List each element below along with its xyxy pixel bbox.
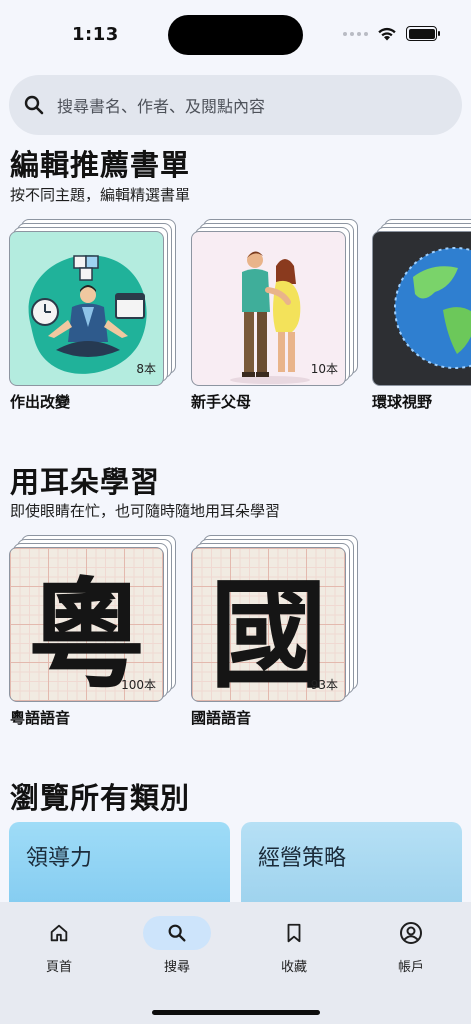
nav-label: 收藏 — [280, 960, 307, 975]
audio-list-card[interactable]: 粵 100本 — [9, 535, 177, 703]
category-card-leadership[interactable]: 領導力 — [9, 822, 230, 902]
section-subtitle-editor-picks: 按不同主題，編輯精選書單 — [10, 186, 191, 204]
book-cover-new-parents: 10本 — [191, 231, 346, 386]
search-bar[interactable]: 搜尋書名、作者、及閱點內容 — [9, 75, 462, 135]
book-count: 10本 — [310, 362, 338, 376]
nav-item-account[interactable]: 帳戶 — [371, 916, 451, 975]
nav-item-bookmarks[interactable]: 收藏 — [254, 916, 334, 975]
category-card-strategy[interactable]: 經營策略 — [241, 822, 462, 902]
nav-label: 頁首 — [45, 960, 72, 975]
book-count: 8本 — [136, 362, 156, 376]
book-count: 100本 — [121, 678, 156, 692]
book-list-card[interactable]: 10本 — [191, 219, 359, 387]
book-count: 93本 — [310, 678, 338, 692]
audio-list-label: 粵語語音 — [10, 709, 71, 727]
book-list-card[interactable]: 8本 — [9, 219, 177, 387]
bookmark-icon — [287, 923, 301, 943]
search-icon — [168, 924, 186, 942]
nav-label: 搜尋 — [163, 960, 190, 975]
section-title-categories: 瀏覽所有類別 — [10, 781, 191, 815]
wifi-icon — [378, 27, 396, 41]
category-label: 經營策略 — [258, 846, 347, 871]
status-icons — [343, 26, 440, 41]
book-cover-global-view — [372, 231, 471, 386]
section-subtitle-audio: 即使眼睛在忙，也可隨時隨地用耳朵學習 — [10, 502, 281, 520]
search-icon — [24, 95, 44, 115]
audio-list-card[interactable]: 國 93本 — [191, 535, 359, 703]
globe-illustration — [394, 247, 471, 369]
book-cover-change: 8本 — [9, 231, 164, 386]
status-bar: 1:13 — [0, 0, 471, 70]
search-input[interactable]: 搜尋書名、作者、及閱點內容 — [57, 93, 265, 117]
dynamic-island — [168, 15, 303, 55]
cellular-signal-icon — [343, 31, 368, 36]
status-time: 1:13 — [72, 24, 119, 45]
book-list-label: 新手父母 — [191, 393, 252, 411]
book-list-card[interactable] — [372, 219, 471, 387]
account-icon — [400, 922, 422, 944]
section-title-audio: 用耳朵學習 — [10, 465, 161, 499]
home-icon — [50, 924, 68, 942]
book-cover-mandarin: 國 93本 — [191, 547, 346, 702]
bottom-navigation: 頁首 搜尋 收藏 帳戶 — [0, 902, 471, 1024]
audio-list-label: 國語語音 — [191, 709, 252, 727]
nav-label: 帳戶 — [397, 960, 424, 975]
category-label: 領導力 — [26, 846, 93, 871]
nav-item-search[interactable]: 搜尋 — [137, 916, 217, 975]
section-title-editor-picks: 編輯推薦書單 — [10, 148, 191, 182]
nav-item-home[interactable]: 頁首 — [19, 916, 99, 975]
book-list-label: 環球視野 — [372, 393, 433, 411]
home-indicator — [152, 1010, 320, 1015]
book-list-label: 作出改變 — [10, 393, 71, 411]
book-cover-cantonese: 粵 100本 — [9, 547, 164, 702]
battery-icon — [406, 26, 440, 41]
